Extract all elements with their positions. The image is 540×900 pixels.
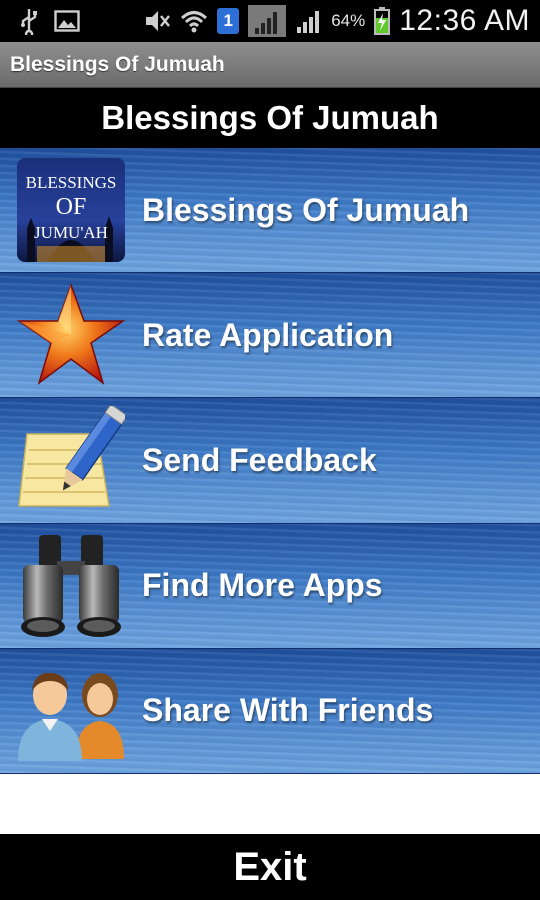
logo-text-line2: OF [56,194,87,220]
menu-item-label: Blessings Of Jumuah [142,191,470,228]
logo-text-line1: BLESSINGS [26,173,117,192]
exit-button[interactable]: Exit [0,834,540,900]
window-title: Blessings Of Jumuah [10,52,225,76]
app-header: Blessings Of Jumuah [0,88,540,148]
menu-item-label: Find More Apps [142,567,383,604]
empty-space [0,774,540,834]
menu-item-label: Share With Friends [142,692,434,729]
logo-text-line3: JUMU'AH [34,223,108,242]
battery-icon [373,6,391,36]
wifi-icon [179,6,209,36]
menu-item-rate-application[interactable]: Rate Application [0,273,540,399]
menu-item-label: Send Feedback [142,441,377,478]
image-icon [54,6,80,36]
menu-item-blessings[interactable]: BLESSINGS OF JUMU'AH Blessings Of Jumuah [0,148,540,274]
menu-list: BLESSINGS OF JUMU'AH Blessings Of Jumuah… [0,148,540,774]
window-title-bar: Blessings Of Jumuah [0,42,540,88]
status-bar: 1 64% 12:36 AM [0,0,540,42]
people-icon [16,656,126,766]
usb-icon [18,6,40,36]
menu-item-share-with-friends[interactable]: Share With Friends [0,648,540,774]
clock: 12:36 AM [399,4,530,37]
notepad-pencil-icon [16,405,126,515]
signal-icon [247,5,287,37]
star-icon [16,280,126,390]
binoculars-icon [16,531,126,641]
cell-signal-icon [295,6,323,36]
app-logo-icon: BLESSINGS OF JUMU'AH [16,155,126,265]
menu-item-send-feedback[interactable]: Send Feedback [0,398,540,524]
exit-label: Exit [233,844,307,889]
menu-item-label: Rate Application [142,316,394,353]
mute-icon [143,6,171,36]
menu-item-find-more-apps[interactable]: Find More Apps [0,523,540,649]
page-title: Blessings Of Jumuah [101,99,439,136]
battery-percent: 64% [331,11,366,30]
notification-badge: 1 [217,8,240,34]
